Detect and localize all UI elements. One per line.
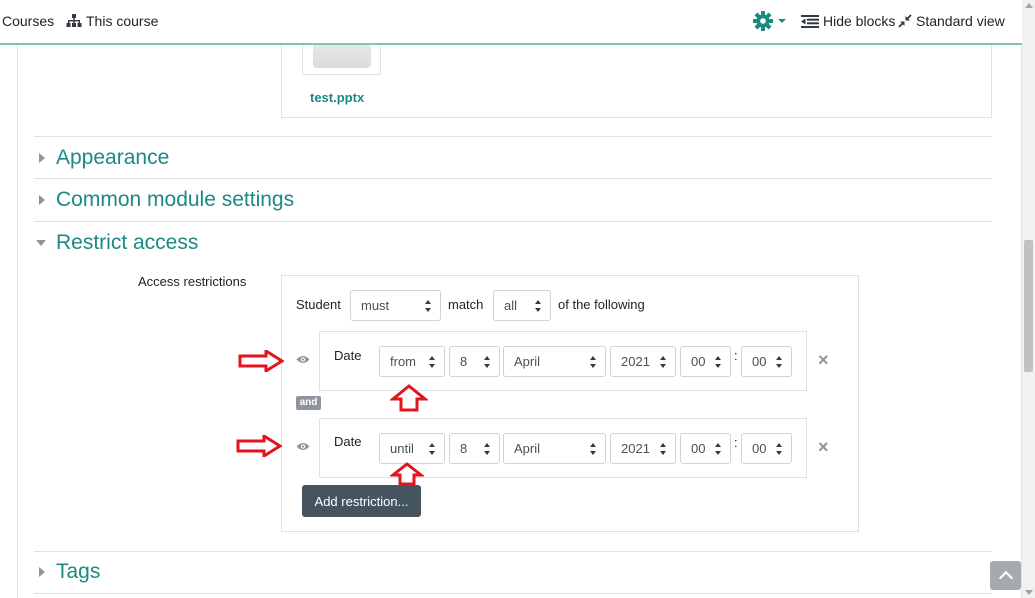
actions-menu-button[interactable]: [752, 10, 786, 32]
minute-select[interactable]: 00: [741, 433, 792, 464]
section-appearance-toggle[interactable]: Appearance: [34, 146, 992, 170]
select-arrows-icon: [429, 443, 436, 455]
select-arrows-icon: [590, 443, 597, 455]
month-select[interactable]: April: [503, 346, 606, 377]
select-arrows-icon: [429, 356, 436, 368]
select-arrows-icon: [715, 443, 722, 455]
section-appearance-title: Appearance: [56, 146, 170, 169]
day-select[interactable]: 8: [449, 433, 500, 464]
section-divider: [34, 136, 992, 137]
top-navbar: Courses This course Hide blocks Standard…: [0, 0, 1022, 45]
select-arrows-icon: [776, 356, 783, 368]
annotation-arrow-up-icon: [390, 384, 428, 412]
select-arrows-icon: [590, 356, 597, 368]
scrollbar-thumb[interactable]: [1024, 240, 1033, 372]
annotation-arrow-right-icon: [238, 350, 284, 372]
sitemap-icon: [66, 14, 82, 27]
add-restriction-button[interactable]: Add restriction...: [302, 485, 421, 517]
minute-value: 00: [752, 441, 767, 456]
section-restrict-access-toggle[interactable]: Restrict access: [34, 231, 992, 255]
condition-type-label: Date: [334, 434, 362, 449]
file-name-link[interactable]: test.pptx: [310, 90, 364, 105]
must-select-value: must: [361, 298, 390, 313]
delete-condition-button[interactable]: ×: [818, 438, 829, 456]
match-label: match: [448, 297, 484, 312]
delete-condition-button[interactable]: ×: [818, 351, 829, 369]
scroll-up-icon[interactable]: [1025, 3, 1033, 8]
day-value: 8: [460, 441, 468, 456]
nav-courses-link[interactable]: Courses: [2, 13, 54, 29]
and-badge: and: [296, 396, 321, 410]
direction-select[interactable]: from: [379, 346, 445, 377]
year-value: 2021: [621, 441, 650, 456]
select-arrows-icon: [484, 356, 491, 368]
access-restrictions-label: Access restrictions: [138, 274, 247, 289]
month-value: April: [514, 354, 541, 369]
hide-blocks-icon: [801, 14, 819, 28]
direction-select[interactable]: until: [379, 433, 445, 464]
hide-blocks-link[interactable]: Hide blocks: [801, 13, 895, 29]
section-divider: [34, 593, 992, 594]
caret-right-icon: [34, 564, 50, 580]
year-select[interactable]: 2021: [610, 346, 676, 377]
annotation-arrow-up-icon: [390, 462, 424, 486]
hour-select[interactable]: 00: [680, 346, 731, 377]
select-arrows-icon: [535, 300, 542, 312]
day-select[interactable]: 8: [449, 346, 500, 377]
select-arrows-icon: [484, 443, 491, 455]
nav-this-course-link[interactable]: This course: [66, 13, 158, 29]
direction-value: from: [390, 354, 416, 369]
year-value: 2021: [621, 354, 650, 369]
time-separator: :: [734, 435, 738, 450]
eye-icon[interactable]: [296, 355, 310, 364]
minute-select[interactable]: 00: [741, 346, 792, 377]
caret-right-icon: [34, 192, 50, 208]
caret-down-icon: [34, 235, 50, 251]
section-common-module-toggle[interactable]: Common module settings: [34, 188, 992, 212]
page-scrollbar[interactable]: [1022, 0, 1035, 598]
courses-label: Courses: [2, 13, 55, 29]
caret-right-icon: [34, 150, 50, 166]
minute-value: 00: [752, 354, 767, 369]
section-divider: [34, 551, 992, 552]
day-value: 8: [460, 354, 468, 369]
standard-view-link[interactable]: Standard view: [898, 13, 1005, 29]
compress-icon: [898, 14, 912, 28]
section-tags-title: Tags: [56, 560, 101, 583]
select-arrows-icon: [425, 300, 432, 312]
section-restrict-access-title: Restrict access: [56, 231, 199, 254]
gear-icon: [753, 11, 773, 31]
match-all-select[interactable]: all: [493, 290, 551, 321]
section-common-module-title: Common module settings: [56, 188, 295, 211]
direction-value: until: [390, 441, 414, 456]
chevron-down-icon: [778, 19, 786, 23]
match-all-select-value: all: [504, 298, 518, 313]
back-to-top-button[interactable]: [990, 561, 1021, 590]
hour-value: 00: [691, 354, 706, 369]
this-course-label: This course: [86, 13, 159, 29]
scroll-down-icon[interactable]: [1025, 590, 1033, 595]
select-arrows-icon: [776, 443, 783, 455]
year-select[interactable]: 2021: [610, 433, 676, 464]
select-arrows-icon: [660, 356, 667, 368]
month-select[interactable]: April: [503, 433, 606, 464]
month-value: April: [514, 441, 541, 456]
hide-blocks-label: Hide blocks: [823, 13, 896, 29]
select-arrows-icon: [660, 443, 667, 455]
section-tags-toggle[interactable]: Tags: [34, 560, 992, 584]
student-label: Student: [296, 297, 341, 312]
time-separator: :: [734, 348, 738, 363]
section-divider: [34, 178, 992, 179]
eye-icon[interactable]: [296, 442, 310, 451]
condition-type-label: Date: [334, 348, 362, 363]
hour-select[interactable]: 00: [680, 433, 731, 464]
select-arrows-icon: [715, 356, 722, 368]
annotation-arrow-right-icon: [236, 435, 282, 457]
must-select[interactable]: must: [350, 290, 441, 321]
hour-value: 00: [691, 441, 706, 456]
of-following-label: of the following: [558, 297, 645, 312]
section-divider: [34, 221, 992, 222]
standard-view-label: Standard view: [916, 13, 1005, 29]
